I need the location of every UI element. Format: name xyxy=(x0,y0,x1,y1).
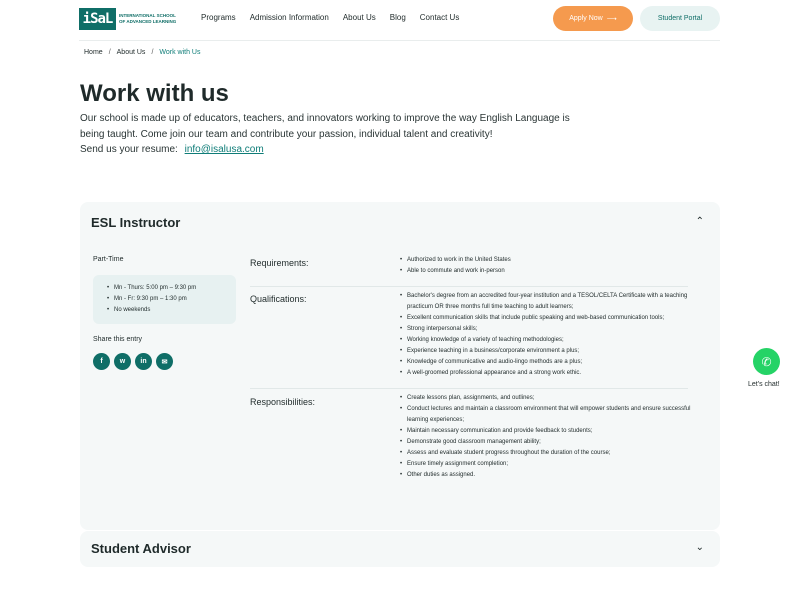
whatsapp-icon: ✆ xyxy=(761,354,772,369)
logo-text-line2: OF ADVANCED LEARNING xyxy=(119,19,177,24)
breadcrumb-about-us[interactable]: About Us xyxy=(117,49,146,56)
requirements-list: Authorized to work in the United States … xyxy=(400,255,692,277)
list-item: Strong interpersonal skills; xyxy=(400,324,692,335)
section-divider xyxy=(250,286,688,287)
breadcrumb-separator: / xyxy=(151,49,154,56)
logo-mark: iSaL xyxy=(79,8,116,30)
share-label: Share this entry xyxy=(93,336,143,343)
list-item: Bachelor's degree from an accredited fou… xyxy=(400,291,692,313)
qualifications-list[interactable]: Bachelor's degree from an accredited fou… xyxy=(400,291,692,390)
arrow-right-icon: ⟶ xyxy=(606,15,617,23)
logo-text: INTERNATIONAL SCHOOL OF ADVANCED LEARNIN… xyxy=(119,13,176,25)
nav-admission-information[interactable]: Admission Information xyxy=(250,13,329,22)
chat-label: Let's chat! xyxy=(748,381,780,388)
nav-about-us[interactable]: About Us xyxy=(343,13,376,22)
responsibilities-list: Create lessons plan, assignments, and ou… xyxy=(400,393,692,481)
nav-contact-us[interactable]: Contact Us xyxy=(420,13,460,22)
schedule-item: Mn - Fr: 9:30 pm – 1:30 pm xyxy=(107,294,236,305)
list-item: Other duties as assigned. xyxy=(400,470,692,481)
list-item: Authorized to work in the United States xyxy=(400,255,692,266)
linkedin-icon[interactable]: in xyxy=(135,353,152,370)
nav-blog[interactable]: Blog xyxy=(390,13,406,22)
breadcrumb-home[interactable]: Home xyxy=(84,49,103,56)
list-item: Working knowledge of a variety of teachi… xyxy=(400,335,692,346)
list-item: Maintain necessary communication and pro… xyxy=(400,426,692,437)
resume-label: Send us your resume: xyxy=(80,144,178,155)
qualifications-label: Qualifications: xyxy=(250,294,307,304)
site-header: iSaL INTERNATIONAL SCHOOL OF ADVANCED LE… xyxy=(0,0,800,40)
accordion-title[interactable]: ESL Instructor xyxy=(91,215,180,230)
list-item: Conduct lectures and maintain a classroo… xyxy=(400,404,692,426)
facebook-icon[interactable]: f xyxy=(93,353,110,370)
accordion-student-advisor[interactable]: Student Advisor ⌄ xyxy=(80,531,720,567)
share-icons: f w in ✉ xyxy=(93,353,173,370)
apply-now-label: Apply Now xyxy=(569,15,603,22)
whatsapp-icon[interactable]: w xyxy=(114,353,131,370)
job-type: Part-Time xyxy=(93,256,124,263)
breadcrumb: Home / About Us / Work with Us xyxy=(84,49,201,56)
school-logo[interactable]: iSaL INTERNATIONAL SCHOOL OF ADVANCED LE… xyxy=(79,8,176,30)
breadcrumb-separator: / xyxy=(108,49,111,56)
whatsapp-chat-button[interactable]: ✆ xyxy=(753,348,780,375)
page-title: Work with us xyxy=(80,80,229,107)
chevron-up-icon[interactable]: ⌃ xyxy=(696,216,704,227)
resume-line: Send us your resume: info@isalusa.com xyxy=(80,144,264,155)
list-item: Able to commute and work in-person xyxy=(400,266,692,277)
chevron-down-icon[interactable]: ⌄ xyxy=(696,542,704,553)
student-portal-button[interactable]: Student Portal xyxy=(640,6,720,31)
list-item: Create lessons plan, assignments, and ou… xyxy=(400,393,692,404)
section-divider xyxy=(250,388,688,389)
responsibilities-label: Responsibilities: xyxy=(250,397,316,407)
list-item: Excellent communication skills that incl… xyxy=(400,313,692,324)
schedule-box: Mn - Thurs: 5:00 pm – 9:30 pm Mn - Fr: 9… xyxy=(93,275,236,324)
list-item: Assess and evaluate student progress thr… xyxy=(400,448,692,459)
accordion-title[interactable]: Student Advisor xyxy=(91,541,191,556)
list-item: Ensure timely assignment completion; xyxy=(400,459,692,470)
list-item: Knowledge of communicative and audio-lin… xyxy=(400,357,692,368)
header-divider xyxy=(79,40,720,41)
main-nav: Programs Admission Information About Us … xyxy=(201,13,473,22)
accordion-esl-instructor: ESL Instructor ⌃ Part-Time Mn - Thurs: 5… xyxy=(80,202,720,530)
resume-email-link[interactable]: info@isalusa.com xyxy=(185,144,264,155)
list-item: A well-groomed professional appearance a… xyxy=(400,368,692,379)
list-item: Demonstrate good classroom management ab… xyxy=(400,437,692,448)
email-icon[interactable]: ✉ xyxy=(156,353,173,370)
intro-text: Our school is made up of educators, teac… xyxy=(80,113,570,140)
list-item: Experience teaching in a business/corpor… xyxy=(400,346,692,357)
schedule-item: No weekends xyxy=(107,305,236,316)
apply-now-button[interactable]: Apply Now ⟶ xyxy=(553,6,633,31)
schedule-item: Mn - Thurs: 5:00 pm – 9:30 pm xyxy=(107,283,236,294)
breadcrumb-current: Work with Us xyxy=(159,49,201,56)
nav-programs[interactable]: Programs xyxy=(201,13,236,22)
requirements-label: Requirements: xyxy=(250,258,309,268)
